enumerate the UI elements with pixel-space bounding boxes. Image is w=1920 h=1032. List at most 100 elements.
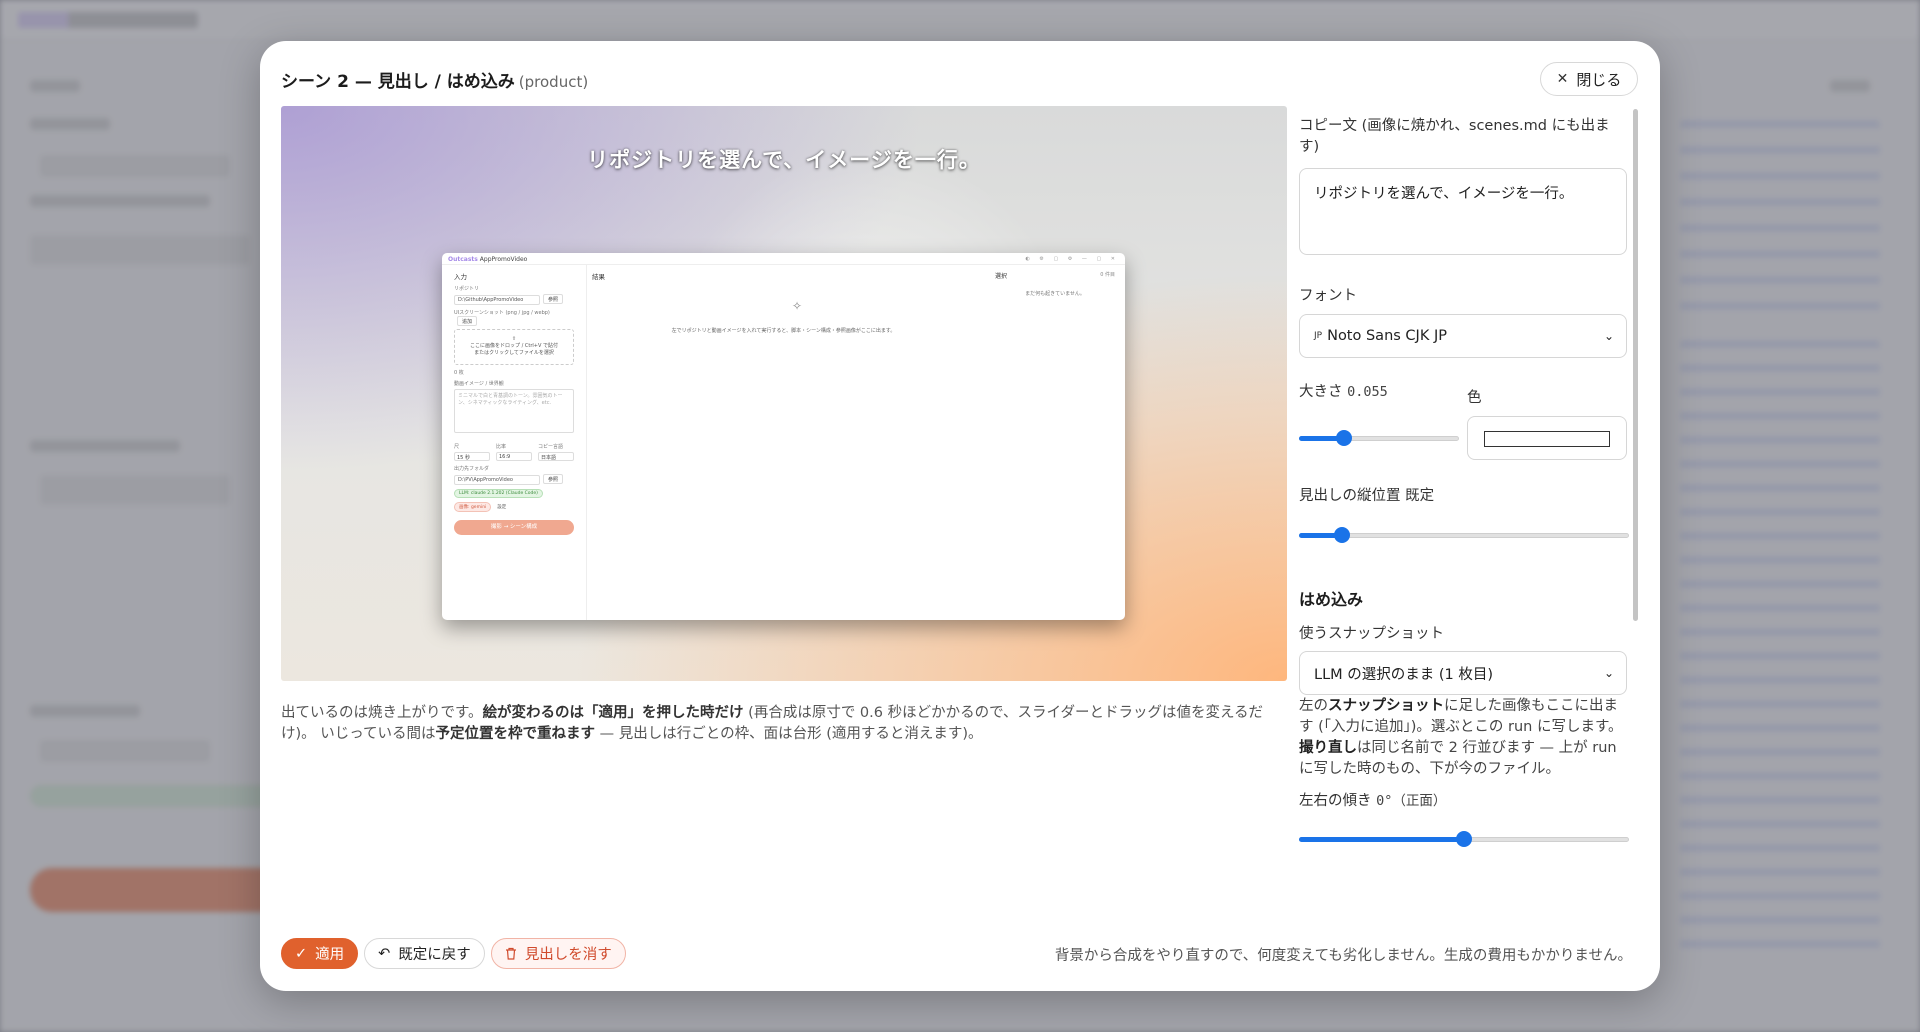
shot-drop-line1: ここに画像をドロップ / Ctrl+V で貼付 bbox=[470, 343, 558, 349]
shot-out-input: D:\PV\AppPromoVideo bbox=[454, 475, 540, 485]
apply-label: 適用 bbox=[315, 947, 345, 963]
shot-drop-line2: またはクリックしてファイルを選択 bbox=[474, 350, 554, 356]
shot-window-controls: ◐ ⚙ ▢ ⚙ — ▢ ✕ bbox=[1025, 256, 1119, 262]
settings-scrollbar[interactable] bbox=[1633, 109, 1638, 621]
shot-select-head: 選択 bbox=[995, 273, 1008, 280]
vpos-slider-thumb[interactable] bbox=[1333, 527, 1350, 543]
shot-brand-a: Outcasts bbox=[448, 256, 478, 263]
size-label: 大きさ 0.055 bbox=[1299, 382, 1388, 403]
shot-len-group: 尺 15 秒 bbox=[454, 439, 490, 461]
copy-textarea[interactable] bbox=[1299, 168, 1627, 255]
shot-brand-b: AppPromoVideo bbox=[479, 256, 528, 263]
shot-snap-label: UIスクリーンショット (png / jpg / webp) 追加 bbox=[454, 309, 574, 326]
shot-ratio-select: 16:9 bbox=[496, 452, 532, 461]
caption-part5: — 見出しは行ごとの枠、面は台形 (適用すると消えます)。 bbox=[595, 726, 983, 742]
tilt-value: 0°（正面） bbox=[1376, 793, 1447, 809]
close-label: 閉じる bbox=[1576, 70, 1622, 89]
vpos-slider[interactable] bbox=[1299, 527, 1629, 543]
shot-len-label: 尺 bbox=[454, 444, 460, 450]
reset-label: 既定に戻す bbox=[398, 947, 471, 963]
shot-image-label: 動画イメージ / 世界観 bbox=[454, 381, 504, 387]
shot-browse-button: 参照 bbox=[543, 294, 564, 304]
undo-icon: ↶ bbox=[378, 945, 391, 962]
shot-settings-pill: 設定 bbox=[497, 505, 507, 510]
footer-actions: ✓ 適用 ↶ 既定に戻す 見出しを消す bbox=[281, 938, 626, 969]
shot-llm-pill: LLM: claude 2.1.202 (Claude Code) bbox=[454, 489, 543, 498]
note-p1: 左の bbox=[1299, 698, 1328, 714]
vpos-label-text: 見出しの縦位置 bbox=[1299, 488, 1401, 504]
size-slider[interactable] bbox=[1299, 430, 1459, 446]
note-b1: スナップショット bbox=[1328, 698, 1444, 714]
copy-label: コピー文 (画像に焼かれ、scenes.md にも出ます) bbox=[1299, 118, 1610, 155]
shot-run-button: 撮影 → シーン構成 bbox=[454, 520, 574, 535]
modal-title-text: シーン 2 — 見出し / はめ込み bbox=[281, 72, 515, 92]
apply-button[interactable]: ✓ 適用 bbox=[281, 938, 359, 969]
font-value: Noto Sans CJK JP bbox=[1327, 328, 1447, 344]
chevron-down-icon: ⌄ bbox=[1603, 666, 1614, 680]
tilt-slider[interactable] bbox=[1299, 831, 1629, 847]
caption-part1: 出ているのは焼き上がりです。 bbox=[281, 705, 483, 721]
remove-label: 見出しを消す bbox=[524, 947, 612, 963]
shot-upload-icon: ⇪ bbox=[511, 336, 517, 342]
shot-out-label: 出力先フォルダ bbox=[454, 466, 490, 472]
shot-options-row: 尺 15 秒 比率 16:9 コピー言語 日本語 bbox=[454, 439, 574, 461]
shot-lang-group: コピー言語 日本語 bbox=[538, 439, 574, 461]
color-swatch bbox=[1484, 431, 1610, 447]
shot-select-empty: まだ何も起きていません。 bbox=[1025, 291, 1085, 297]
size-slider-thumb[interactable] bbox=[1335, 430, 1352, 446]
fit-heading: はめ込み bbox=[1299, 590, 1364, 609]
trash-icon bbox=[505, 947, 516, 960]
vpos-value: 既定 bbox=[1405, 488, 1435, 504]
size-label-text: 大きさ bbox=[1299, 384, 1343, 400]
tilt-slider-fill bbox=[1299, 837, 1464, 842]
shot-pill-row-2: 画像: gemini 設定 bbox=[454, 498, 574, 512]
embedded-screenshot[interactable]: Outcasts AppPromoVideo ◐ ⚙ ▢ ⚙ — ▢ ✕ 入力 … bbox=[442, 253, 1125, 620]
remove-headline-button[interactable]: 見出しを消す bbox=[490, 938, 626, 969]
snapshot-label: 使うスナップショット bbox=[1299, 626, 1444, 642]
x-icon: ✕ bbox=[1556, 71, 1569, 87]
preview-headline[interactable]: リポジトリを選んで、イメージを一行。 bbox=[281, 144, 1287, 174]
shot-len-select: 15 秒 bbox=[454, 452, 490, 461]
shot-input-panel: 入力 リポジトリ D:\Github\AppPromoVideo 参照 UIスクリ… bbox=[442, 265, 587, 620]
shot-add-button: 追加 bbox=[457, 316, 478, 326]
scene-preview[interactable]: リポジトリを選んで、イメージを一行。 Outcasts AppPromoVide… bbox=[281, 106, 1287, 681]
shot-image-textarea: ミニマルで白と青基調のトーン。雰囲気のトーン、シネマティックなライティング、et… bbox=[454, 389, 574, 433]
shot-result-msg: 左でリポジトリと動画イメージを入れて実行すると、脚本・シーン構成・参照画像がここ… bbox=[671, 328, 896, 334]
shot-repo-label: リポジトリ bbox=[454, 286, 480, 292]
color-picker[interactable] bbox=[1467, 416, 1627, 460]
shot-titlebar: Outcasts AppPromoVideo ◐ ⚙ ▢ ⚙ — ▢ ✕ bbox=[442, 253, 1125, 265]
chevron-down-icon: ⌄ bbox=[1603, 329, 1614, 343]
shot-input-section: 入力 bbox=[454, 273, 467, 281]
size-value: 0.055 bbox=[1347, 384, 1388, 400]
shot-image-pill: 画像: gemini bbox=[454, 502, 492, 512]
shot-ratio-label: 比率 bbox=[496, 444, 507, 450]
reset-button[interactable]: ↶ 既定に戻す bbox=[364, 938, 485, 969]
shot-select-count: 0 件目 bbox=[1100, 272, 1115, 278]
shot-lang-label: コピー言語 bbox=[538, 444, 564, 450]
shot-pill-row-1: LLM: claude 2.1.202 (Claude Code) bbox=[454, 485, 574, 498]
tilt-label: 左右の傾き 0°（正面） bbox=[1299, 791, 1446, 812]
modal-title-sub: (product) bbox=[518, 73, 589, 91]
shot-count: 0 枚 bbox=[454, 370, 464, 376]
shot-select-panel: 選択 0 件目 まだ何も起きていません。 bbox=[985, 271, 1125, 297]
snapshot-select[interactable]: LLM の選択のまま (1 枚目) ⌄ bbox=[1299, 651, 1627, 695]
snapshot-note: 左のスナップショットに足した画像もここに出ます (「入力に追加」)。選ぶとこの … bbox=[1299, 696, 1629, 780]
tilt-label-text: 左右の傾き bbox=[1299, 793, 1372, 809]
tilt-slider-thumb[interactable] bbox=[1456, 831, 1472, 847]
shot-brand: Outcasts AppPromoVideo bbox=[448, 256, 527, 263]
caption-part4: 予定位置を枠で重ねます bbox=[435, 726, 596, 742]
settings-panel[interactable]: コピー文 (画像に焼かれ、scenes.md にも出ます) フォント JP No… bbox=[1299, 106, 1637, 736]
sparkle-icon: ✧ bbox=[792, 299, 803, 313]
font-label: フォント bbox=[1299, 288, 1357, 304]
shot-ratio-group: 比率 16:9 bbox=[496, 439, 532, 461]
shot-result-panel: 結果 ✧ 左でリポジトリと動画イメージを入れて実行すると、脚本・シーン構成・参照… bbox=[592, 271, 975, 334]
snapshot-value: LLM の選択のまま (1 枚目) bbox=[1314, 666, 1494, 683]
check-icon: ✓ bbox=[295, 945, 308, 962]
font-badge: JP bbox=[1314, 331, 1323, 341]
close-button[interactable]: ✕ 閉じる bbox=[1540, 62, 1638, 96]
note-b2: 撮り直し bbox=[1299, 740, 1357, 756]
modal-title: シーン 2 — 見出し / はめ込み (product) bbox=[281, 67, 588, 92]
shot-out-browse: 参照 bbox=[543, 474, 564, 484]
font-select[interactable]: JP Noto Sans CJK JP ⌄ bbox=[1299, 314, 1627, 358]
shot-repo-input: D:\Github\AppPromoVideo bbox=[454, 295, 540, 305]
